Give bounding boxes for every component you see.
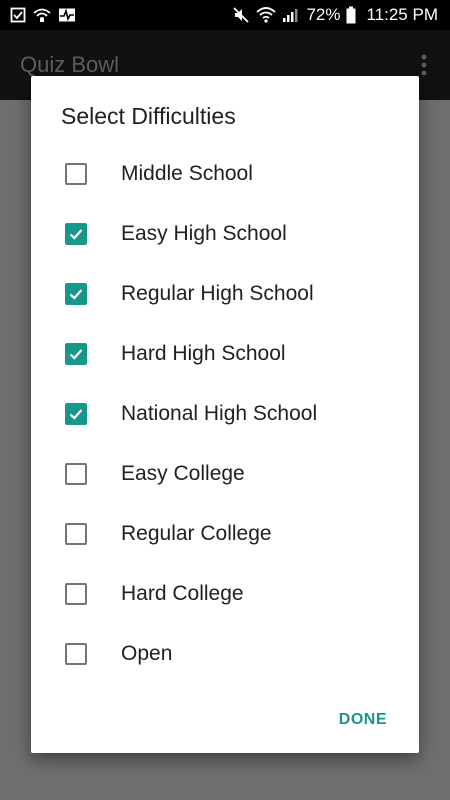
select-difficulties-dialog: Select Difficulties Middle School Easy H… <box>31 76 419 753</box>
task-check-icon <box>10 7 26 23</box>
difficulty-option-easy-college[interactable]: Easy College <box>31 444 419 504</box>
difficulty-option-regular-college[interactable]: Regular College <box>31 504 419 564</box>
pulse-monitor-icon <box>58 7 76 23</box>
checkbox-icon[interactable] <box>65 463 87 485</box>
difficulty-option-regular-high-school[interactable]: Regular High School <box>31 264 419 324</box>
done-button[interactable]: DONE <box>339 711 387 729</box>
checkbox-icon[interactable] <box>65 583 87 605</box>
screen: 72% 11:25 PM Quiz Bowl Select Difficulti… <box>0 0 450 800</box>
option-label: Hard College <box>121 582 244 605</box>
option-label: National High School <box>121 402 318 425</box>
checkbox-icon[interactable] <box>65 643 87 665</box>
option-label: Hard High School <box>121 342 286 365</box>
difficulty-option-national-high-school[interactable]: National High School <box>31 384 419 444</box>
difficulty-option-open[interactable]: Open <box>31 624 419 684</box>
difficulty-option-hard-college[interactable]: Hard College <box>31 564 419 624</box>
option-label: Easy College <box>121 462 245 485</box>
status-bar-right: 72% 11:25 PM <box>232 5 438 25</box>
battery-level: 72% <box>306 5 341 24</box>
difficulty-option-easy-high-school[interactable]: Easy High School <box>31 204 419 264</box>
status-bar-left <box>10 7 76 23</box>
difficulty-option-middle-school[interactable]: Middle School <box>31 144 419 204</box>
signal-icon <box>282 7 298 23</box>
option-label: Open <box>121 642 173 665</box>
checkbox-icon[interactable] <box>65 343 87 365</box>
difficulty-list: Middle School Easy High School Regular H… <box>31 144 419 684</box>
checkbox-icon[interactable] <box>65 163 87 185</box>
checkbox-icon[interactable] <box>65 283 87 305</box>
mute-icon <box>232 6 250 24</box>
option-label: Easy High School <box>121 222 287 245</box>
clock: 11:25 PM <box>366 5 438 24</box>
option-label: Regular High School <box>121 282 314 305</box>
option-label: Regular College <box>121 522 272 545</box>
difficulty-option-hard-high-school[interactable]: Hard High School <box>31 324 419 384</box>
checkbox-icon[interactable] <box>65 523 87 545</box>
app-title: Quiz Bowl <box>20 52 120 77</box>
wifi-icon <box>256 7 277 23</box>
dialog-title: Select Difficulties <box>61 103 236 129</box>
status-bar: 72% 11:25 PM <box>0 0 450 30</box>
battery-icon <box>346 6 356 24</box>
checkbox-icon[interactable] <box>65 223 87 245</box>
wifi-call-icon <box>32 7 52 23</box>
option-label: Middle School <box>121 162 253 185</box>
checkbox-icon[interactable] <box>65 403 87 425</box>
